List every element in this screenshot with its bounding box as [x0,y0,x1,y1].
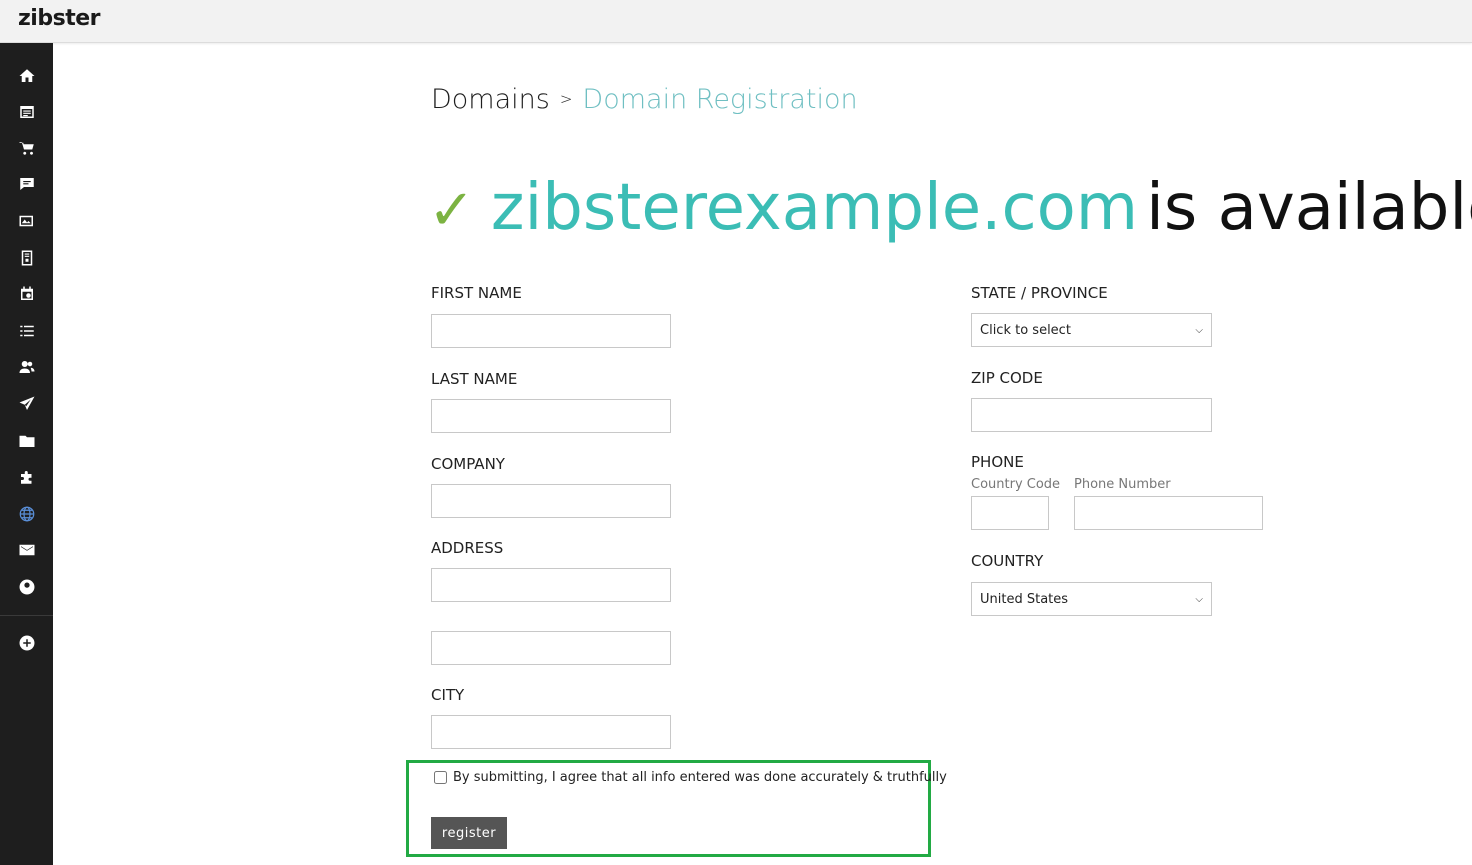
availability-status: is available [1146,171,1472,245]
country-select[interactable]: United States ⌵ [971,582,1212,616]
breadcrumb-current: Domain Registration [582,84,858,115]
zibster-logo[interactable]: zibster [18,6,100,31]
account-icon[interactable] [16,576,38,598]
country-code-input[interactable] [971,496,1049,530]
last-name-input[interactable] [431,399,671,433]
add-circle-icon[interactable] [16,632,38,654]
address-label: ADDRESS [431,539,504,557]
address-line1-input[interactable] [431,568,671,602]
zip-input[interactable] [971,398,1212,432]
puzzle-icon[interactable] [16,466,38,488]
mail-icon[interactable] [16,539,38,561]
globe-icon[interactable] [16,503,38,525]
agree-checkbox[interactable] [434,771,447,784]
city-input[interactable] [431,715,671,749]
users-icon[interactable] [16,356,38,378]
breadcrumb-separator: > [559,90,573,108]
zip-label: ZIP CODE [971,369,1043,387]
gallery-icon[interactable] [16,210,38,232]
first-name-label: FIRST NAME [431,284,522,302]
country-select-value: United States [980,591,1069,607]
phone-number-input[interactable] [1074,496,1263,530]
breadcrumb-domains-link[interactable]: Domains [431,84,550,115]
list-icon[interactable] [16,320,38,342]
home-icon[interactable] [16,65,38,87]
calendar-list-icon[interactable] [16,101,38,123]
domain-name: zibsterexample.com [490,171,1139,245]
sidebar-divider [0,615,53,616]
company-input[interactable] [431,484,671,518]
folder-icon[interactable] [16,430,38,452]
phone-label: PHONE [971,453,1024,471]
breadcrumb: Domains > Domain Registration [431,84,858,115]
state-select-value: Click to select [980,322,1071,338]
phone-number-label: Phone Number [1074,477,1171,492]
country-code-label: Country Code [971,477,1061,492]
checkmark-icon: ✓ [428,178,475,243]
top-bar: zibster [0,0,1472,43]
sidebar [0,43,53,865]
address-line2-input[interactable] [431,631,671,665]
events-icon[interactable] [16,283,38,305]
cart-icon[interactable] [16,137,38,159]
send-icon[interactable] [16,393,38,415]
chevron-down-icon: ⌵ [1195,324,1203,336]
first-name-input[interactable] [431,314,671,348]
invoice-icon[interactable] [16,247,38,269]
chat-icon[interactable] [16,173,38,195]
register-button[interactable]: register [431,817,507,849]
last-name-label: LAST NAME [431,370,518,388]
company-label: COMPANY [431,455,505,473]
availability-headline: ✓ zibsterexample.com is available [428,170,1472,247]
city-label: CITY [431,686,465,704]
state-label: STATE / PROVINCE [971,284,1108,302]
agree-text: By submitting, I agree that all info ent… [453,770,947,785]
country-label: COUNTRY [971,552,1044,570]
chevron-down-icon: ⌵ [1195,593,1203,605]
state-select[interactable]: Click to select ⌵ [971,313,1212,347]
